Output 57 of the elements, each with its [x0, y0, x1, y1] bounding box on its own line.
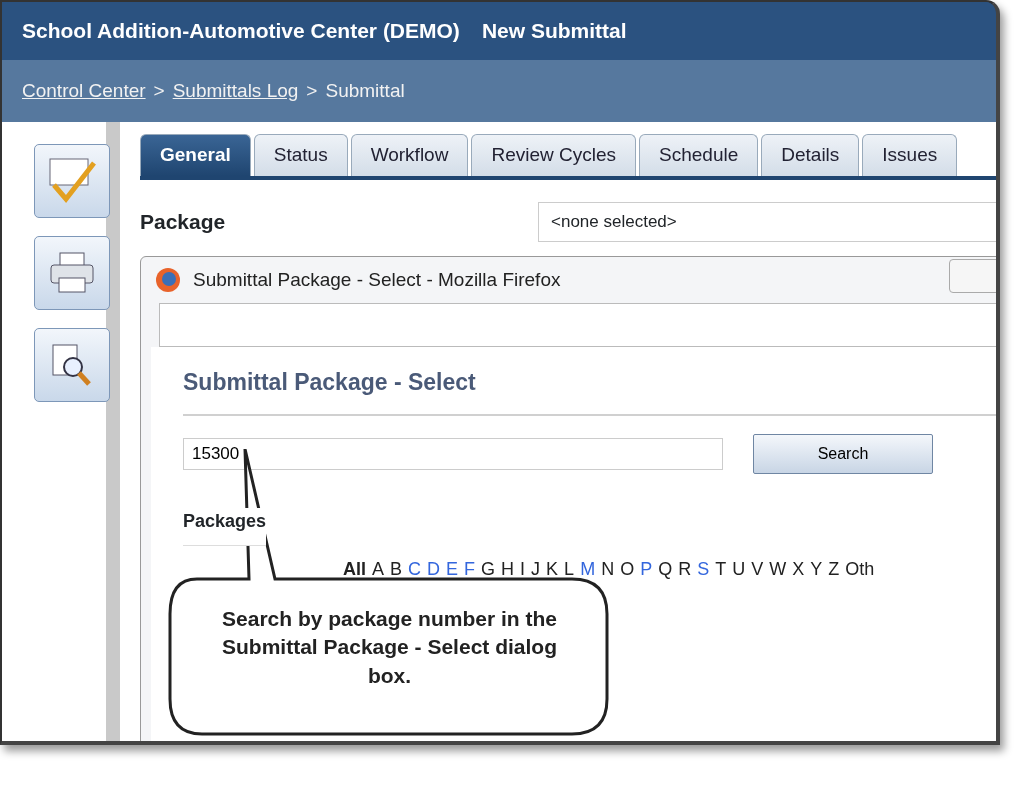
- package-label: Package: [140, 209, 227, 236]
- tab[interactable]: General: [140, 134, 251, 176]
- letter-filter[interactable]: D: [427, 555, 441, 583]
- letter-filter: G: [481, 557, 496, 581]
- sort-button[interactable]: [34, 144, 110, 218]
- letter-filter: W: [769, 557, 787, 581]
- letter-filter[interactable]: E: [446, 555, 459, 583]
- letter-filter: H: [501, 557, 515, 581]
- tab[interactable]: Schedule: [639, 134, 759, 176]
- address-bar[interactable]: [159, 303, 996, 347]
- letter-filter: B: [390, 557, 403, 581]
- browser-logo-icon: [155, 267, 181, 293]
- letter-filter[interactable]: P: [640, 555, 653, 583]
- letter-filter: U: [732, 557, 746, 581]
- letter-filter: V: [751, 557, 764, 581]
- breadcrumb-separator: >: [153, 78, 165, 103]
- all-letters-filter: All: [343, 557, 366, 581]
- letter-filter: Q: [658, 557, 673, 581]
- letter-filter[interactable]: M: [580, 555, 596, 583]
- letter-filter[interactable]: C: [408, 555, 422, 583]
- preview-button[interactable]: [34, 328, 110, 402]
- breadcrumb-separator: >: [306, 78, 318, 103]
- tab[interactable]: Workflow: [350, 134, 469, 176]
- section-heading: Packages: [183, 507, 267, 546]
- letter-filter: A: [372, 557, 385, 581]
- minimize-button[interactable]: [949, 259, 996, 293]
- breadcrumb-link[interactable]: Control Center: [22, 76, 146, 106]
- printer-icon: [47, 250, 97, 296]
- letter-filter: T: [715, 557, 727, 581]
- letter-filter: X: [792, 557, 805, 581]
- breadcrumb-link[interactable]: Submittals Log: [172, 76, 299, 106]
- letter-filter[interactable]: F: [464, 555, 476, 583]
- letter-filter: K: [546, 557, 559, 581]
- letter-filter: N: [601, 557, 615, 581]
- package-select[interactable]: <none selected>: [538, 202, 996, 242]
- tab[interactable]: Details: [761, 134, 860, 176]
- search-field[interactable]: 15300: [183, 437, 723, 470]
- dialog-window-title: Submittal Package - Select - Mozilla Firefox: [193, 267, 561, 292]
- letter-filter: Y: [810, 557, 823, 581]
- letter-filter: R: [678, 557, 692, 581]
- letter-filter: J: [531, 557, 541, 581]
- page-title: New Submittal: [481, 18, 627, 45]
- letter-filter: L: [564, 557, 575, 581]
- other-filter: Oth: [845, 557, 875, 581]
- tab[interactable]: Review Cycles: [471, 134, 636, 176]
- letter-filter: I: [520, 557, 526, 581]
- letter-filter: O: [620, 557, 635, 581]
- print-button[interactable]: [34, 236, 110, 310]
- breadcrumb-current: Submittal: [325, 78, 405, 103]
- dialog-heading: Submittal Package - Select: [183, 365, 996, 416]
- letter-filter[interactable]: S: [697, 555, 710, 583]
- project-title: School Addition-Automotive Center (DEMO): [22, 18, 460, 45]
- letter-filter: Z: [828, 557, 840, 581]
- search-button[interactable]: Search: [753, 433, 933, 474]
- tab[interactable]: Issues: [862, 134, 958, 176]
- callout-text: Search by package number in the Submittal Package - Select dialog box.: [221, 606, 558, 689]
- tab[interactable]: Status: [253, 134, 348, 176]
